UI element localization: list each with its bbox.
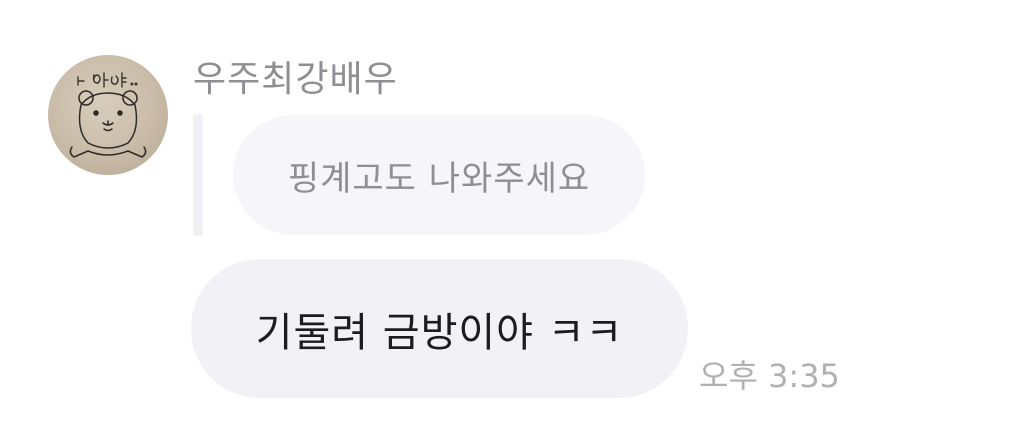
avatar[interactable]: [48, 55, 168, 175]
sender-name: 우주최강배우: [193, 59, 398, 100]
chat-view: 우주최강배우 핑계고도 나와주세요 기둘려 금방이야 ㅋㅋ 오후 3:35: [0, 0, 1022, 434]
message-text: 기둘려 금방이야 ㅋㅋ: [255, 309, 624, 356]
quoted-reply-text: 핑계고도 나와주세요: [287, 158, 591, 199]
message-timestamp: 오후 3:35: [699, 357, 840, 395]
quoted-reply-bubble[interactable]: 핑계고도 나와주세요: [233, 115, 645, 235]
reply-indicator-bar: [193, 114, 203, 236]
bear-drawing-icon: [69, 72, 147, 158]
message-bubble[interactable]: 기둘려 금방이야 ㅋㅋ: [191, 259, 688, 398]
